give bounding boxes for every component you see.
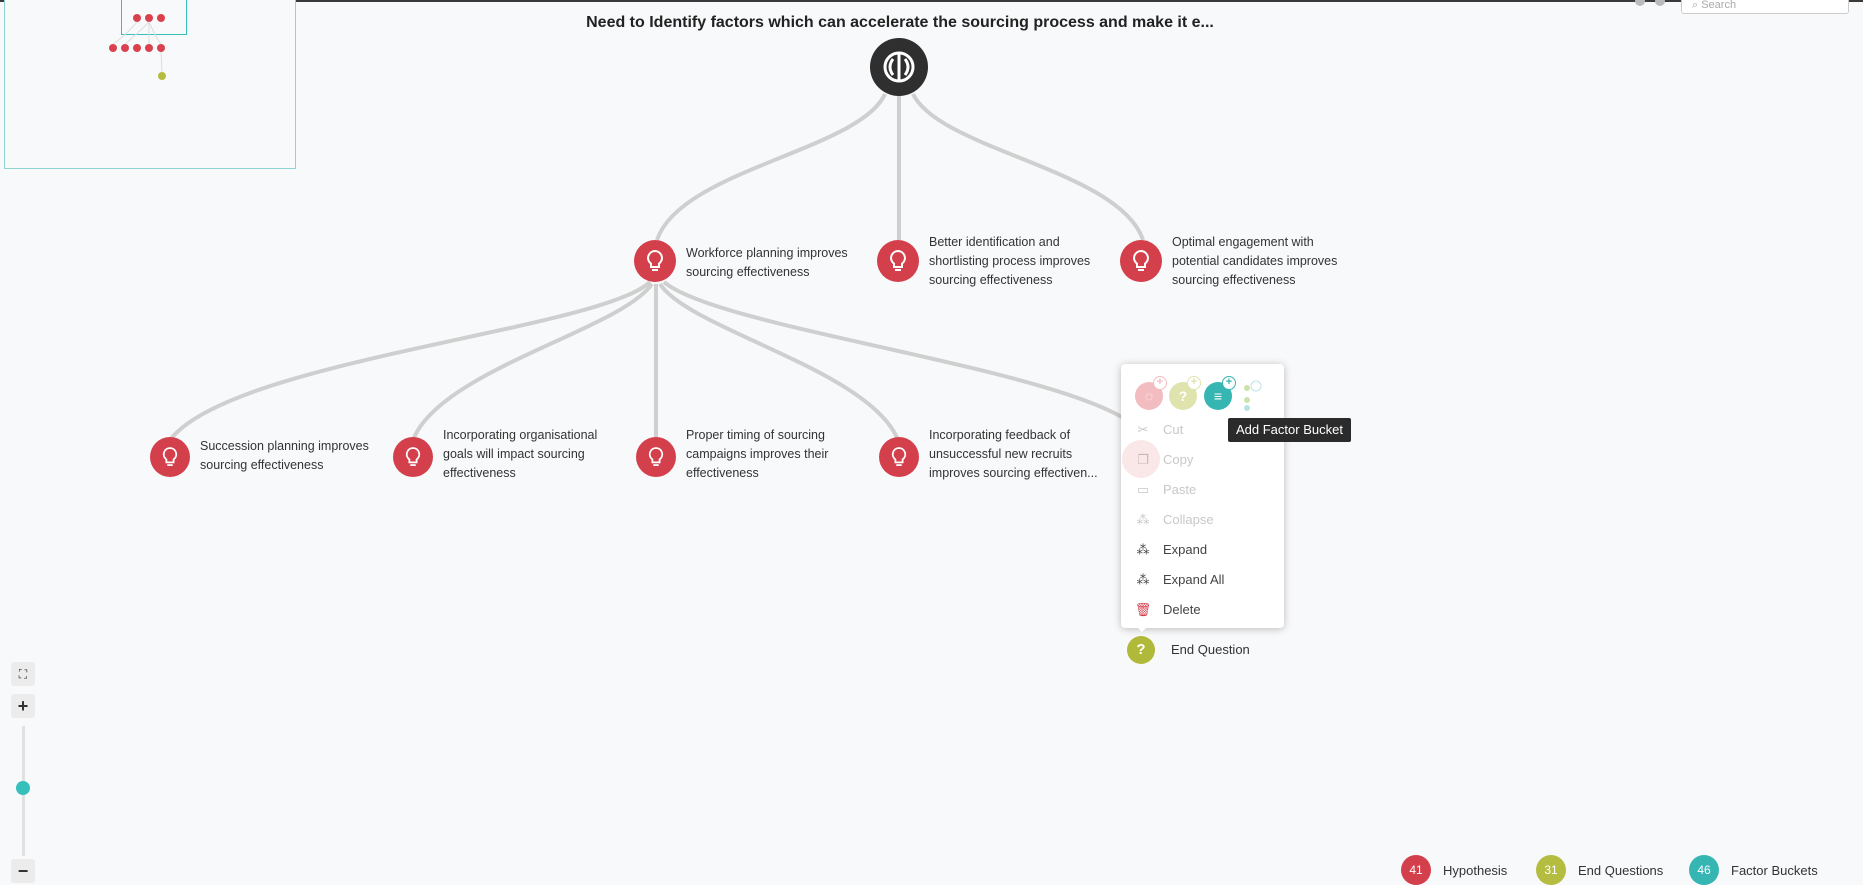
plus-icon: + bbox=[1222, 376, 1236, 390]
menu-item-paste[interactable]: ▭ Paste bbox=[1135, 480, 1275, 500]
legend-label: Hypothesis bbox=[1443, 862, 1508, 878]
plus-icon: + bbox=[1153, 376, 1167, 390]
scissors-icon: ✂ bbox=[1137, 422, 1149, 437]
tooltip: Add Factor Bucket bbox=[1228, 418, 1351, 442]
fit-screen-button[interactable]: ⛶ bbox=[11, 662, 35, 686]
menu-item-label: Delete bbox=[1163, 602, 1201, 617]
legend-label: End Questions bbox=[1578, 862, 1664, 878]
legend-hypothesis[interactable]: 41 Hypothesis bbox=[1401, 855, 1507, 885]
hypothesis-label: Incorporating organisational goals will … bbox=[443, 428, 598, 480]
mind-map-canvas[interactable]: ⌕ Search Need to Identify factors which … bbox=[0, 0, 1863, 885]
zoom-out-icon: − bbox=[17, 860, 29, 881]
legend-factor-buckets[interactable]: 46 Factor Buckets bbox=[1689, 855, 1818, 885]
lightbulb-icon bbox=[150, 437, 190, 477]
paste-icon: ▭ bbox=[1136, 482, 1150, 497]
selected-node-highlight bbox=[1122, 440, 1160, 478]
context-menu: ◌ + ? + ≡ + ✂ Cut ❐ Copy ▭ Paste ⁂ Collapse … bbox=[1121, 364, 1284, 628]
hypothesis-label: Incorporating feedback of unsuccessful n… bbox=[929, 428, 1098, 480]
hypothesis-label: Optimal engagement with potential candid… bbox=[1172, 235, 1338, 287]
context-menu-pointer bbox=[1134, 624, 1150, 632]
menu-item-label: Expand bbox=[1163, 542, 1208, 557]
end-questions-count-badge: 31 bbox=[1536, 855, 1566, 885]
legend-label: Factor Buckets bbox=[1731, 862, 1818, 878]
menu-item-label: Expand All bbox=[1163, 572, 1225, 587]
lightbulb-icon bbox=[636, 437, 676, 477]
hypothesis-label: Proper timing of sourcing campaigns impr… bbox=[686, 428, 829, 480]
expand-all-icon: ⁂ bbox=[1136, 572, 1150, 587]
hypothesis-label: Succession planning improves sourcing ef… bbox=[200, 439, 369, 472]
menu-item-expand[interactable]: ⁂ Expand bbox=[1135, 540, 1275, 560]
add-child-icon[interactable] bbox=[1241, 380, 1265, 412]
menu-item-expand-all[interactable]: ⁂ Expand All bbox=[1135, 570, 1275, 590]
end-question-label: End Question bbox=[1171, 642, 1250, 657]
lightbulb-icon bbox=[879, 437, 919, 477]
plus-icon: + bbox=[1187, 376, 1201, 390]
hypothesis-count-badge: 41 bbox=[1401, 855, 1431, 885]
menu-item-collapse[interactable]: ⁂ Collapse bbox=[1135, 510, 1275, 530]
menu-item-label: Paste bbox=[1163, 482, 1197, 497]
collapse-icon: ⁂ bbox=[1136, 512, 1150, 527]
question-icon: ? bbox=[1127, 636, 1155, 664]
menu-item-label: Collapse bbox=[1163, 512, 1214, 527]
lightbulb-icon bbox=[1120, 240, 1162, 282]
zoom-in-icon: + bbox=[17, 695, 29, 716]
factor-buckets-count-badge: 46 bbox=[1689, 855, 1719, 885]
map-title: Need to Identify factors which can accel… bbox=[586, 14, 1214, 31]
root-icon bbox=[883, 51, 915, 83]
zoom-in-button[interactable]: + bbox=[11, 694, 35, 718]
menu-item-label: Copy bbox=[1163, 452, 1194, 467]
menu-item-label: Cut bbox=[1163, 422, 1184, 437]
expand-icon: ⁂ bbox=[1136, 542, 1150, 557]
fullscreen-icon: ⛶ bbox=[18, 666, 28, 681]
hypothesis-label: Workforce planning improves sourcing eff… bbox=[686, 246, 848, 279]
lightbulb-icon bbox=[634, 240, 676, 282]
quick-add-bar: ◌ + ? + ≡ + bbox=[1135, 376, 1275, 412]
lightbulb-icon bbox=[877, 240, 919, 282]
zoom-out-button[interactable]: − bbox=[11, 859, 35, 883]
hypothesis-label: Better identification and shortlisting p… bbox=[929, 235, 1091, 287]
menu-item-delete[interactable]: 🗑 Delete bbox=[1135, 600, 1275, 620]
trash-icon: 🗑 bbox=[1134, 602, 1152, 617]
legend-end-questions[interactable]: 31 End Questions bbox=[1536, 855, 1663, 885]
lightbulb-icon bbox=[393, 437, 433, 477]
root-node[interactable] bbox=[870, 38, 928, 96]
